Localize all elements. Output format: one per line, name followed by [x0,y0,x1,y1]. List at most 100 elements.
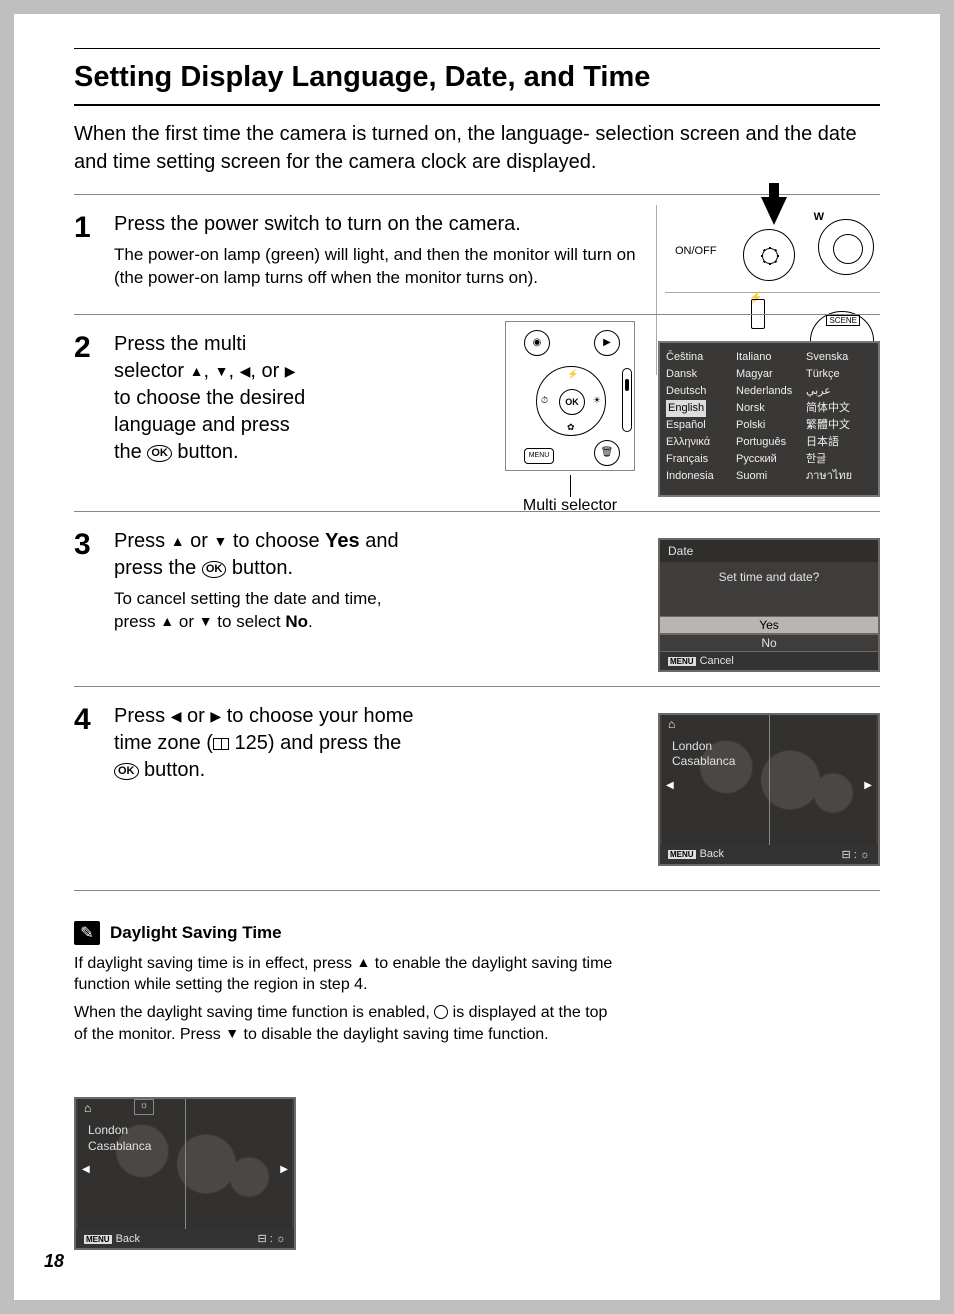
up-triangle-icon: ▲ [160,612,174,631]
dpad-icon: ⚡ ⏱ ☀ ✿ OK [536,366,606,436]
left-triangle-icon: ◀ [171,707,182,726]
text: or [174,612,199,631]
text: or [185,530,214,552]
step-2: 2 Press the multi selector ▲, ▼, ◀, or ▶… [74,314,880,511]
no-bold: No [285,612,308,631]
lang-option: ภาษาไทย [806,468,872,485]
up-triangle-icon: ▲ [357,953,371,972]
camera-mode-icon: ◉ [524,330,550,356]
lang-option: Deutsch [666,383,732,400]
city-1: London [88,1123,151,1139]
cancel-label: Cancel [700,655,734,667]
language-screen: ČeštinaDanskDeutschEnglishEspañolΕλληνικ… [658,341,880,497]
text: Press [114,705,171,727]
yes-bold: Yes [325,530,359,552]
step2-heading: Press the multi selector ▲, ▼, ◀, or ▶ t… [114,331,308,466]
page-title: Setting Display Language, Date, and Time [74,48,880,106]
text: to select [213,612,286,631]
down-triangle-icon: ▼ [199,612,213,631]
step-number: 4 [74,703,114,856]
text: If daylight saving time is in effect, pr… [74,955,357,972]
option-yes: Yes [660,616,878,634]
step4-heading: Press ◀ or ▶ to choose your home time zo… [114,703,418,784]
shutter-dial-icon [818,219,874,275]
text: to choose [227,530,325,552]
step1-heading: Press the power switch to turn on the ca… [114,211,640,238]
option-no: No [660,634,878,652]
lang-option: Indonesia [666,468,732,485]
note-dst: ✎ Daylight Saving Time If daylight savin… [74,890,880,1204]
lang-option: Türkçe [806,366,872,383]
down-triangle-icon: ▼ [215,362,229,381]
lcd-footer: MENUBack ⊟ : ☼ [660,845,878,864]
lcd-footer: MENUCancel [660,652,878,670]
multi-selector-illustration: ◉ ▶ ⚡ ⏱ ☀ ✿ OK MENU 🗑 Multi selector [500,321,640,515]
intro-text: When the first time the camera is turned… [74,120,880,176]
flash-icon: ⚡ [567,369,578,380]
note-title: Daylight Saving Time [110,923,282,943]
lcd-prompt: Set time and date? [660,570,878,584]
book-ref-icon [213,738,229,750]
right-arrow-icon: ▶ [864,780,872,791]
timer-icon: ⏱ [541,395,548,406]
step3-sub: To cancel setting the date and time, pre… [114,588,418,634]
lang-col-3: SvenskaTürkçeعربي简体中文繁體中文日本語한글ภาษาไทย [806,349,872,485]
home-icon: ⌂ [84,1101,91,1115]
ok-button-icon: OK [202,561,227,578]
lcd-footer: MENUBack ⊟ : ☼ [76,1229,294,1248]
lang-option: عربي [806,383,872,400]
lcd-title: Date [660,540,878,562]
zoom-slider-icon [622,368,632,432]
text: to disable the daylight saving time func… [239,1026,549,1043]
delete-icon: 🗑 [594,440,620,466]
step-number: 1 [74,211,114,290]
lang-option: Русский [736,451,802,468]
back-label: Back [700,848,724,860]
step-4: 4 Press ◀ or ▶ to choose your home time … [74,686,880,880]
text: Press [114,530,171,552]
onoff-label: ON/OFF [675,245,717,257]
text: . [308,612,313,631]
lang-option: Español [666,417,732,434]
lang-option: English [666,400,732,417]
ok-center-icon: OK [559,389,585,415]
text: button. [172,441,239,463]
playback-icon: ▶ [594,330,620,356]
dst-indicator-icon: ☼ [134,1099,154,1115]
lang-option: Nederlands [736,383,802,400]
step3-heading: Press ▲ or ▼ to choose Yes and press the… [114,528,418,582]
press-arrow-icon [761,197,787,225]
lang-col-1: ČeštinaDanskDeutschEnglishEspañolΕλληνικ… [666,349,732,485]
text: button. [139,759,206,781]
lang-option: Polski [736,417,802,434]
lang-option: 繁體中文 [806,417,872,434]
lang-option: 简体中文 [806,400,872,417]
left-arrow-icon: ◀ [666,780,674,791]
up-triangle-icon: ▲ [190,362,204,381]
text: When the daylight saving time function i… [74,1004,434,1021]
menu-tag: MENU [84,1235,112,1244]
step-number: 2 [74,331,114,487]
menu-button-icon: MENU [524,448,554,464]
left-arrow-icon: ◀ [82,1164,90,1175]
note-body: If daylight saving time is in effect, pr… [74,953,880,1045]
right-arrow-icon: ▶ [280,1164,288,1175]
lang-option: 日本語 [806,434,872,451]
home-icon: ⌂ [668,717,675,731]
step1-sub: The power-on lamp (green) will light, an… [114,244,640,290]
lang-option: Svenska [806,349,872,366]
power-button-icon [743,229,795,281]
callout-line [570,475,571,497]
left-triangle-icon: ◀ [240,362,251,381]
lang-option: Magyar [736,366,802,383]
date-prompt-screen: Date Set time and date? Yes No MENUCance… [658,538,880,672]
note-icon: ✎ [74,921,100,945]
down-triangle-icon: ▼ [213,532,227,551]
city-2: Casablanca [88,1139,151,1155]
dst-hint-icon: ⊟ : ☼ [258,1232,286,1245]
step-1: 1 Press the power switch to turn on the … [74,194,880,314]
right-triangle-icon: ▶ [285,362,296,381]
meridian-line [185,1099,186,1229]
page-ref: 125) and press the [229,732,401,754]
meridian-line [769,715,770,845]
